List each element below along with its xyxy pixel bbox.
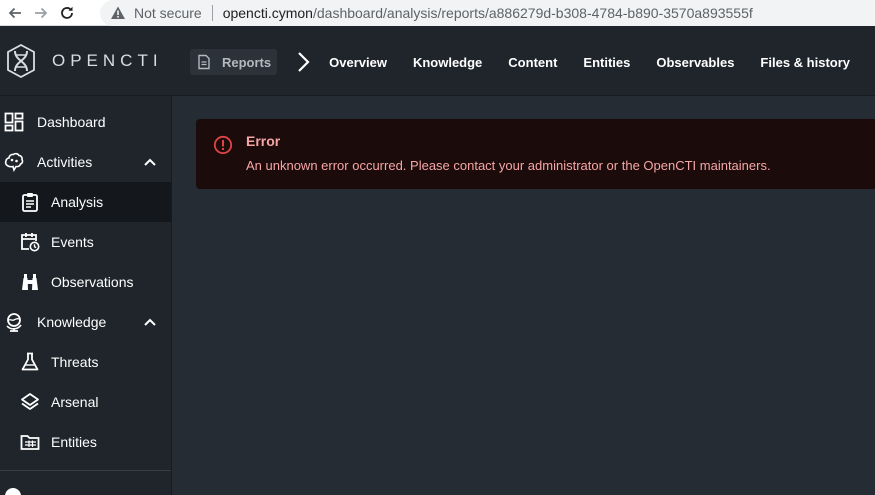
logo-text: OPENCTI <box>52 51 163 70</box>
address-divider <box>211 5 213 21</box>
error-title: Error <box>246 133 281 149</box>
sidebar-item-label: Observations <box>51 274 134 290</box>
sidebar-item-activities[interactable]: Activities <box>0 142 171 182</box>
app-topbar: OPENCTI Reports Overview Knowledge Conte… <box>0 26 875 96</box>
url-text: opencti.cymon/dashboard/analysis/reports… <box>223 5 753 21</box>
sidebar-item-label: Events <box>51 234 94 250</box>
sidebar-divider <box>0 470 171 471</box>
tab-observables[interactable]: Observables <box>656 55 734 70</box>
error-message: An unknown error occurred. Please contac… <box>246 158 771 173</box>
calendar-clock-icon <box>21 233 40 252</box>
error-circle-icon <box>213 135 233 155</box>
tab-overview[interactable]: Overview <box>329 55 387 70</box>
breadcrumb-reports[interactable]: Reports <box>190 49 278 75</box>
url-host: opencti.cymon <box>222 5 313 21</box>
dashboard-icon <box>4 112 24 132</box>
breadcrumb-reports-label: Reports <box>222 54 272 70</box>
sidebar-item-observations[interactable]: Observations <box>0 262 171 302</box>
sidebar-partial-icon <box>5 488 21 495</box>
main-content: Error An unknown error occurred. Please … <box>172 96 875 495</box>
reload-button[interactable] <box>54 0 80 26</box>
report-file-icon <box>198 54 210 70</box>
sidebar-item-label: Analysis <box>51 194 104 210</box>
tab-content[interactable]: Content <box>508 55 557 70</box>
chevron-right-icon <box>298 52 310 72</box>
chevron-up-icon[interactable] <box>143 155 157 169</box>
opencti-logo-icon <box>7 43 35 79</box>
sidebar-item-threats[interactable]: Threats <box>0 342 171 382</box>
layers-icon <box>21 393 39 410</box>
reload-icon <box>61 6 73 19</box>
folder-table-icon <box>20 435 40 450</box>
sidebar-item-events[interactable]: Events <box>0 222 171 262</box>
clipboard-icon <box>22 193 38 212</box>
sidebar-item-knowledge[interactable]: Knowledge <box>0 302 171 342</box>
security-label: Not secure <box>134 5 202 21</box>
address-bar[interactable]: Not secure opencti.cymon/dashboard/analy… <box>100 0 875 26</box>
top-navigation: Reports Overview Knowledge Content Entit… <box>190 49 875 75</box>
sidebar-item-arsenal[interactable]: Arsenal <box>0 382 171 422</box>
warning-icon <box>111 6 125 19</box>
url-path: /dashboard/analysis/reports/a886279d-b30… <box>312 5 753 21</box>
binoculars-icon <box>22 274 38 290</box>
sidebar-item-entities[interactable]: Entities <box>0 422 171 462</box>
arrow-left-icon <box>8 7 21 18</box>
flask-icon <box>21 352 39 371</box>
error-alert: Error An unknown error occurred. Please … <box>196 119 875 189</box>
sidebar-item-label: Entities <box>51 434 97 450</box>
sidebar-item-label: Threats <box>51 354 99 370</box>
sidebar-item-dashboard[interactable]: Dashboard <box>0 102 171 142</box>
sidebar-item-label: Dashboard <box>37 114 106 130</box>
logo[interactable]: OPENCTI <box>0 26 172 96</box>
globe-icon <box>6 313 22 332</box>
brain-icon <box>4 152 24 172</box>
arrow-right-icon <box>35 7 48 18</box>
forward-button[interactable] <box>28 0 54 26</box>
back-button[interactable] <box>2 0 28 26</box>
sidebar-item-label: Knowledge <box>37 314 107 330</box>
tab-files-history[interactable]: Files & history <box>760 55 850 70</box>
tab-entities[interactable]: Entities <box>583 55 630 70</box>
sidebar-item-label: Activities <box>37 154 93 170</box>
sidebar: Dashboard Activities Analysis Events Obs… <box>0 96 172 495</box>
sidebar-item-analysis[interactable]: Analysis <box>0 182 171 222</box>
chevron-up-icon[interactable] <box>143 315 157 329</box>
tab-knowledge[interactable]: Knowledge <box>413 55 482 70</box>
browser-toolbar: Not secure opencti.cymon/dashboard/analy… <box>0 0 875 26</box>
sidebar-item-label: Arsenal <box>51 394 99 410</box>
